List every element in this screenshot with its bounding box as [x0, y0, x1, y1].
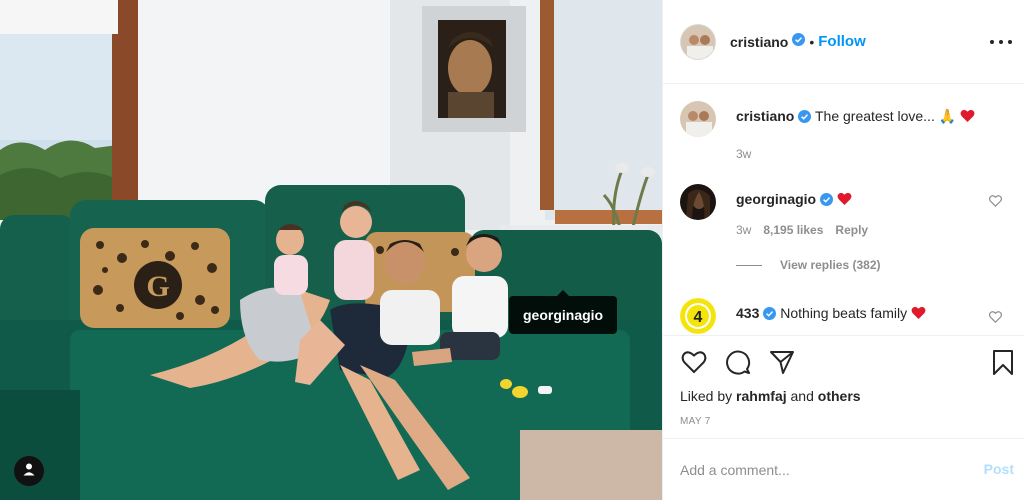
add-comment-bar: Post [663, 438, 1024, 500]
share-icon[interactable] [768, 348, 796, 376]
heart-icon[interactable] [680, 348, 708, 376]
photo-tag-georginagio[interactable]: georginagio [509, 290, 618, 334]
comment-input[interactable] [680, 457, 960, 483]
liked-by-others[interactable]: others [818, 388, 861, 404]
heart-emoji-icon [960, 108, 975, 124]
avatar[interactable] [680, 23, 716, 60]
reply-button[interactable]: Reply [835, 223, 868, 237]
comment-username[interactable]: georginagio [736, 191, 816, 207]
comment-like-heart-icon[interactable] [988, 194, 1003, 212]
more-horizontal-icon[interactable] [990, 32, 1012, 52]
comment-body: Nothing beats family [780, 305, 908, 321]
verified-badge-icon [798, 110, 812, 126]
comment-like-heart-icon[interactable] [988, 310, 1003, 328]
comment-icon[interactable] [724, 348, 752, 376]
caption-body: The greatest love... 🙏 [815, 108, 957, 124]
photo-scene: G [0, 0, 662, 500]
post-actions: Liked by rahmfaj and others MAY 7 [663, 335, 1024, 438]
avatar[interactable]: 4 [680, 298, 716, 334]
verified-badge-icon [820, 193, 834, 209]
bookmark-icon[interactable] [989, 348, 1017, 376]
user-icon [22, 462, 36, 481]
heart-emoji-icon [837, 191, 852, 207]
liked-by-user[interactable]: rahmfaj [736, 388, 787, 404]
verified-badge-icon [792, 32, 806, 51]
header-separator: • [809, 33, 815, 50]
comment-username[interactable]: 433 [736, 305, 759, 321]
view-replies-button[interactable]: View replies (382) [736, 258, 881, 272]
verified-badge-icon [763, 307, 777, 323]
comment-time: 3w [736, 223, 752, 237]
avatar[interactable] [680, 101, 716, 137]
comment-text: 433 Nothing beats family [736, 305, 990, 323]
caption-text: cristiano The greatest love... 🙏 [736, 108, 990, 126]
post-button[interactable]: Post [984, 461, 1014, 477]
comment-meta: 3w 8,195 likes Reply [736, 223, 868, 237]
liked-by-prefix: Liked by [680, 388, 733, 404]
user-tag-button[interactable] [14, 456, 44, 486]
comment-likes[interactable]: 8,195 likes [763, 223, 823, 237]
post-header: cristiano • Follow [663, 0, 1024, 84]
heart-emoji-icon [911, 305, 926, 321]
avatar[interactable] [680, 184, 716, 220]
follow-button[interactable]: Follow [818, 33, 866, 50]
liked-by-text: Liked by rahmfaj and others [680, 388, 861, 404]
liked-by-and: and [790, 388, 814, 404]
comment-text: georginagio [736, 191, 990, 209]
post-detail-panel: cristiano • Follow cristiano The greates… [662, 0, 1024, 500]
pillow-letter: G [146, 270, 169, 303]
caption-username[interactable]: cristiano [736, 108, 794, 124]
caption-time: 3w [736, 147, 752, 161]
post-date[interactable]: MAY 7 [680, 416, 711, 427]
header-username[interactable]: cristiano [730, 34, 788, 50]
avatar-433-text: 4 [694, 309, 703, 326]
post-photo[interactable]: G georginagio [0, 0, 662, 500]
comments-list: cristiano The greatest love... 🙏 3w geor… [663, 85, 1024, 335]
